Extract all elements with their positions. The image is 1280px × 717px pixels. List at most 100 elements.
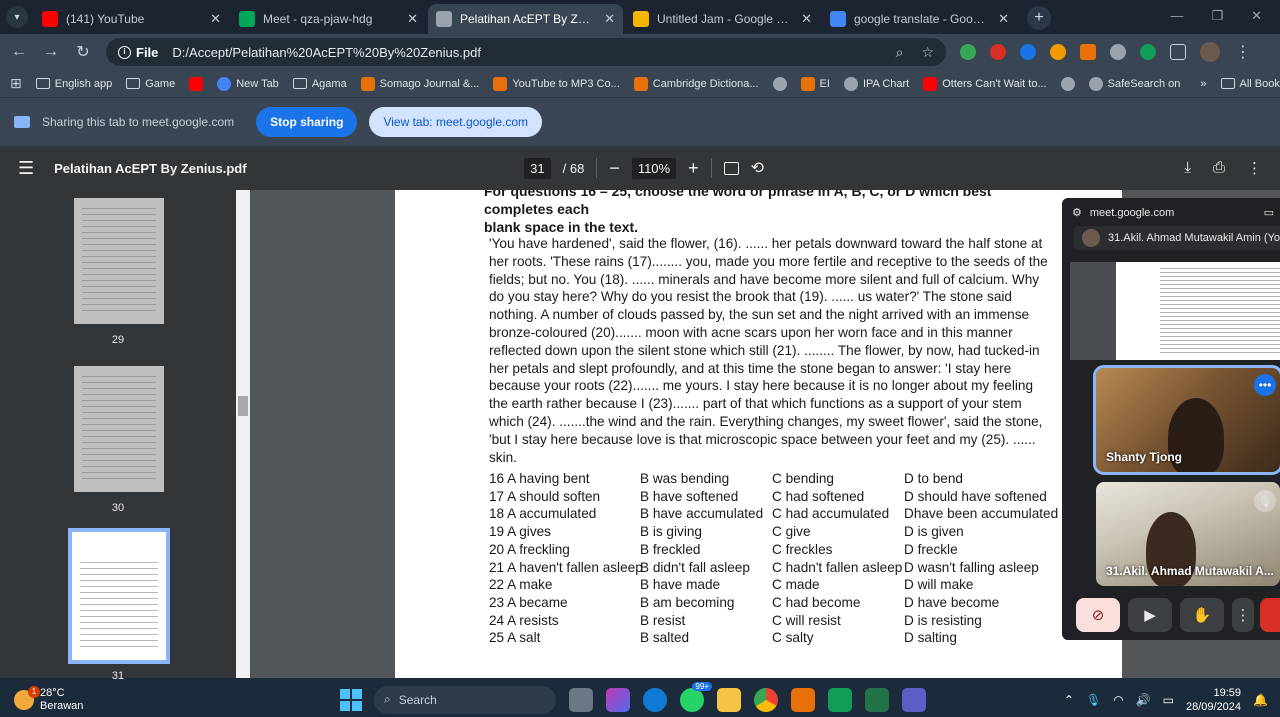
tune-icon[interactable]: ⚙	[1072, 206, 1082, 219]
excel-icon[interactable]	[865, 687, 889, 712]
file-explorer-icon[interactable]	[717, 687, 741, 712]
tile-more-icon[interactable]: •••	[1254, 374, 1276, 396]
more-options-icon[interactable]: ⋮	[1247, 159, 1262, 177]
whatsapp-icon[interactable]: 99+	[680, 681, 712, 712]
globe-extension-icon[interactable]	[1110, 44, 1126, 60]
tab-search-button[interactable]: ▾	[6, 6, 28, 28]
thumbnail-page-29[interactable]	[74, 198, 164, 324]
address-bar[interactable]: i File D:/Accept/Pelatihan%20AcEPT%20By%…	[106, 38, 946, 66]
adblock-extension-icon[interactable]	[990, 44, 1006, 60]
office-app-icon[interactable]	[791, 687, 815, 712]
zoom-in-icon[interactable]: +	[688, 158, 699, 179]
notification-bell-icon[interactable]: 🔔	[1253, 693, 1268, 707]
close-tab-icon[interactable]: ✕	[604, 11, 615, 27]
shared-screen-preview[interactable]	[1070, 262, 1280, 360]
clock[interactable]: 19:59 28/09/2024	[1186, 686, 1241, 714]
teams-icon[interactable]	[902, 687, 926, 712]
extensions-puzzle-icon[interactable]	[1170, 44, 1186, 60]
bookmark-item[interactable]: SafeSearch on	[1088, 76, 1180, 91]
close-tab-icon[interactable]: ✕	[998, 11, 1009, 27]
view-tab-button[interactable]: View tab: meet.google.com	[369, 107, 542, 137]
raise-hand-button[interactable]: ✋	[1180, 598, 1224, 632]
bookmark-item[interactable]: YouTube to MP3 Co...	[493, 76, 620, 91]
profile-avatar[interactable]	[1200, 42, 1220, 62]
zoom-icon[interactable]: ⌕	[896, 44, 904, 61]
participant-tile-shanty[interactable]: ••• Shanty Tjong	[1093, 365, 1280, 475]
bookmark-item[interactable]: Cambridge Dictiona...	[633, 76, 759, 91]
bookmark-item[interactable]: English app	[35, 78, 112, 90]
camera-button[interactable]: ▶	[1128, 598, 1172, 632]
green-extension-icon[interactable]	[1140, 44, 1156, 60]
maximize-icon[interactable]: ❐	[1211, 8, 1223, 24]
url-text[interactable]: D:/Accept/Pelatihan%20AcEPT%20By%20Zeniu…	[172, 45, 877, 60]
chevron-up-icon[interactable]: ⌃	[1064, 693, 1074, 707]
rotate-icon[interactable]: ⟲	[751, 158, 764, 178]
chrome-icon[interactable]	[754, 687, 778, 712]
zoom-out-icon[interactable]: −	[609, 158, 620, 179]
page-number-input[interactable]: 31	[524, 157, 551, 179]
pip-return-icon[interactable]: ▭	[1264, 206, 1274, 219]
tab-0[interactable]: (141) YouTube ✕	[34, 4, 229, 34]
microphone-icon[interactable]: 🎙	[1086, 693, 1101, 707]
tab-1[interactable]: Meet - qza-pjaw-hdg ✕	[231, 4, 426, 34]
bookmark-item[interactable]	[1060, 76, 1075, 91]
apps-grid-icon[interactable]: ⊞	[10, 75, 22, 92]
close-window-icon[interactable]: ✕	[1251, 8, 1262, 24]
close-tab-icon[interactable]: ✕	[210, 11, 221, 27]
bookmark-item[interactable]: Otters Can't Wait to...	[923, 76, 1047, 91]
bookmark-item[interactable]	[772, 76, 787, 91]
new-tab-button[interactable]: +	[1027, 6, 1051, 30]
close-tab-icon[interactable]: ✕	[801, 11, 812, 27]
meet-icon	[239, 11, 255, 27]
tab-2[interactable]: Pelatihan AcEPT By Zenius ✕	[428, 4, 623, 34]
orange-extension-icon[interactable]	[1080, 44, 1096, 60]
more-actions-button[interactable]: ⋮	[1232, 598, 1254, 632]
scrollbar-thumb[interactable]	[238, 396, 248, 416]
download-icon[interactable]: ⤓	[1184, 159, 1191, 177]
taskbar-search[interactable]: ⌕ Search	[374, 685, 556, 714]
bookmark-item[interactable]: EI	[800, 76, 830, 91]
bookmark-item[interactable]: IPA Chart	[843, 76, 909, 91]
sidebar-menu-icon[interactable]: ☰	[18, 158, 34, 179]
option-cell: 18 A accumulated	[489, 506, 597, 522]
weather-widget[interactable]: 1 28°C Berawan	[0, 685, 340, 713]
more-bookmarks-icon[interactable]: »	[1200, 78, 1206, 90]
bookmark-item[interactable]: Somago Journal &...	[360, 76, 479, 91]
wave-extension-icon[interactable]	[1050, 44, 1066, 60]
back-icon[interactable]: ←	[10, 43, 28, 61]
battery-icon[interactable]: ▭	[1163, 693, 1174, 707]
start-button[interactable]	[340, 688, 362, 711]
wifi-icon[interactable]: ◠	[1113, 693, 1123, 707]
green-app-icon[interactable]	[828, 687, 852, 712]
participant-tile-akil[interactable]: 🎙 31.Akil. Ahmad Mutawakil A...	[1096, 482, 1280, 586]
bookmark-star-icon[interactable]: ☆	[921, 44, 934, 61]
forward-icon[interactable]: →	[42, 43, 60, 61]
copilot-icon[interactable]	[606, 687, 630, 712]
stop-sharing-button[interactable]: Stop sharing	[256, 107, 358, 137]
volume-icon[interactable]: 🔊	[1136, 693, 1151, 707]
tab-3[interactable]: Untitled Jam - Google Jamboard ✕	[625, 4, 820, 34]
minimize-icon[interactable]: —	[1170, 8, 1183, 24]
file-chip[interactable]: i File	[118, 45, 164, 60]
zoom-level-input[interactable]: 110%	[631, 157, 677, 179]
grammarly-extension-icon[interactable]	[960, 44, 976, 60]
bookmark-item[interactable]: New Tab	[217, 76, 279, 91]
browser-menu-icon[interactable]: ⋮	[1234, 42, 1252, 62]
thumbnail-page-30[interactable]	[74, 366, 164, 492]
tab-4[interactable]: google translate - Google Search ✕	[822, 4, 1017, 34]
bookmark-item[interactable]: Agama	[292, 78, 347, 90]
print-icon[interactable]: ⎙	[1213, 159, 1225, 177]
thumbnail-scrollbar[interactable]	[236, 190, 250, 678]
all-bookmarks-button[interactable]: All Bookmarks	[1220, 78, 1280, 90]
leave-call-button[interactable]	[1260, 598, 1280, 632]
thumbnail-page-31[interactable]	[68, 528, 170, 664]
bookmark-item[interactable]	[189, 76, 204, 91]
reload-icon[interactable]: ↻	[74, 42, 92, 62]
screen-extension-icon[interactable]	[1020, 44, 1036, 60]
close-tab-icon[interactable]: ✕	[407, 11, 418, 27]
mic-off-button[interactable]: ⊘	[1076, 598, 1120, 632]
bookmark-item[interactable]: Game	[126, 78, 175, 90]
task-view-icon[interactable]	[569, 687, 593, 712]
edge-icon[interactable]	[643, 687, 667, 712]
fit-page-icon[interactable]	[723, 161, 739, 175]
